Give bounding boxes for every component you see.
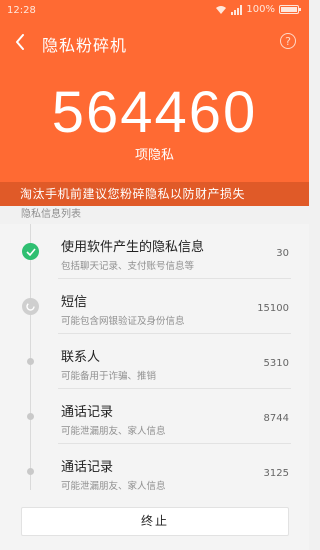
signal-icon xyxy=(231,4,243,15)
battery-text: 100% xyxy=(246,4,275,15)
item-value: 15100 xyxy=(257,303,289,314)
item-title: 短信 xyxy=(61,295,88,310)
pending-dot xyxy=(27,358,34,365)
list-item[interactable]: 使用软件产生的隐私信息 包括聊天记录、支付账号信息等 30 xyxy=(0,224,309,279)
warning-banner: 淘汰手机前建议您粉碎隐私以防财产损失 xyxy=(0,182,309,206)
item-subtitle: 可能泄漏朋友、家人信息 xyxy=(61,426,166,437)
check-icon xyxy=(22,243,39,260)
status-icons: 100% xyxy=(215,4,301,15)
back-button[interactable] xyxy=(10,31,30,53)
item-subtitle: 可能备用于诈骗、推销 xyxy=(61,371,157,382)
item-value: 3125 xyxy=(263,468,289,479)
item-title: 联系人 xyxy=(61,350,101,365)
item-subtitle: 可能泄漏朋友、家人信息 xyxy=(61,481,166,490)
pending-dot xyxy=(27,413,34,420)
status-time: 12:28 xyxy=(7,5,36,16)
item-value: 30 xyxy=(276,248,289,259)
item-subtitle: 可能包含网银验证及身份信息 xyxy=(61,316,185,327)
item-title: 通话记录 xyxy=(61,460,114,475)
privacy-count-unit: 项隐私 xyxy=(134,148,174,163)
item-title: 通话记录 xyxy=(61,405,114,420)
battery-icon xyxy=(279,5,301,14)
pending-dot xyxy=(27,468,34,475)
item-value: 8744 xyxy=(263,413,289,424)
loading-icon xyxy=(22,298,39,315)
item-value: 5310 xyxy=(263,358,289,369)
list-item[interactable]: 通话记录 可能泄漏朋友、家人信息 3125 xyxy=(0,444,309,490)
privacy-list[interactable]: 使用软件产生的隐私信息 包括聊天记录、支付账号信息等 30 短信 可能包含网银验… xyxy=(0,224,309,490)
stop-button[interactable]: 终止 xyxy=(21,507,289,536)
status-bar: 12:28 100% xyxy=(0,0,309,22)
list-item[interactable]: 联系人 可能备用于诈骗、推销 5310 xyxy=(0,334,309,389)
privacy-count: 564460 xyxy=(51,80,258,145)
item-subtitle: 包括聊天记录、支付账号信息等 xyxy=(61,261,195,272)
header: 隐私粉碎机 ? 564460 项隐私 xyxy=(0,22,309,182)
help-button[interactable]: ? xyxy=(280,33,296,49)
footer: 终止 xyxy=(0,490,309,550)
wifi-icon xyxy=(216,5,227,14)
chevron-left-icon xyxy=(16,34,24,50)
list-item[interactable]: 通话记录 可能泄漏朋友、家人信息 8744 xyxy=(0,389,309,444)
item-title: 使用软件产生的隐私信息 xyxy=(61,240,205,255)
list-item[interactable]: 短信 可能包含网银验证及身份信息 15100 xyxy=(0,279,309,334)
page-title: 隐私粉碎机 xyxy=(42,36,128,55)
list-header: 隐私信息列表 xyxy=(0,206,309,224)
